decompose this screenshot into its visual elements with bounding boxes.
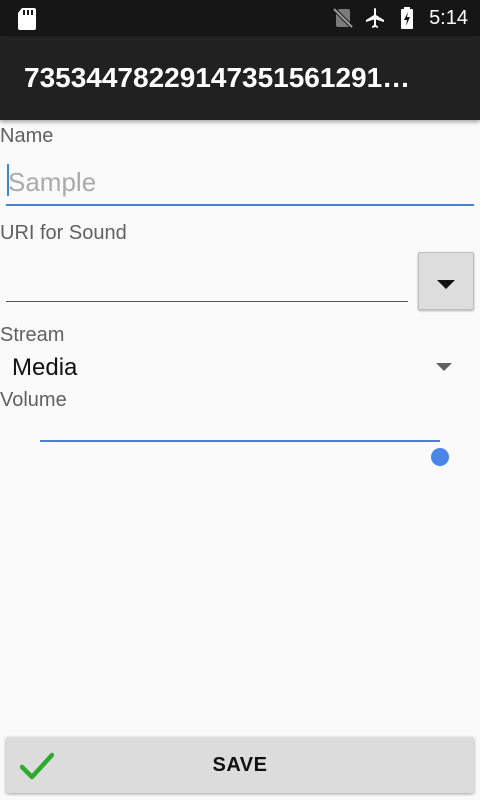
- stream-selected-value: Media: [12, 354, 78, 381]
- uri-label: URI for Sound: [0, 222, 127, 244]
- spinner-arrow-icon: [436, 363, 452, 371]
- save-label: SAVE: [212, 754, 268, 776]
- app-bar: 73534478229147351561291…: [0, 36, 480, 120]
- dropdown-arrow-icon: [437, 280, 455, 289]
- volume-label: Volume: [0, 389, 67, 411]
- slider-thumb[interactable]: [431, 448, 449, 466]
- stream-label: Stream: [0, 324, 65, 346]
- uri-input[interactable]: [6, 260, 408, 302]
- sd-card-icon: [18, 8, 36, 30]
- status-time: 5:14: [429, 7, 468, 29]
- slider-track: [40, 440, 449, 466]
- stream-spinner[interactable]: Media: [0, 350, 466, 386]
- uri-dropdown-button[interactable]: [418, 252, 474, 310]
- name-label: Name: [0, 125, 54, 147]
- status-icons: 5:14: [331, 6, 468, 30]
- status-bar: 5:14: [0, 0, 480, 36]
- save-button[interactable]: SAVE: [6, 737, 474, 793]
- page-title: 73534478229147351561291…: [24, 62, 411, 93]
- no-sim-icon: [332, 7, 354, 29]
- volume-slider[interactable]: [24, 424, 456, 466]
- battery-charging-icon: [401, 7, 414, 29]
- slider-fill: [40, 440, 440, 442]
- name-input[interactable]: Sample: [6, 160, 474, 206]
- name-placeholder: Sample: [8, 167, 97, 197]
- airplane-mode-icon: [366, 8, 385, 28]
